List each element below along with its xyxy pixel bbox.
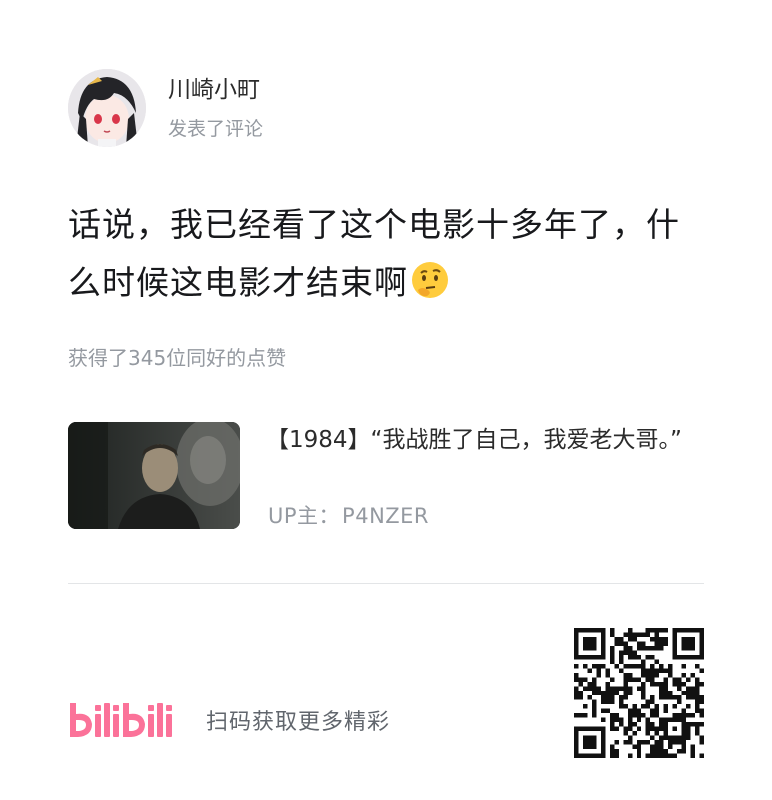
bilibili-logo-icon: [70, 703, 172, 737]
qr-code[interactable]: [574, 628, 704, 758]
video-title[interactable]: 【1984】“我战胜了自己，我爱老大哥。”: [266, 422, 686, 458]
uploader-label: UP主：: [268, 504, 341, 528]
scan-prompt-text: 扫码获取更多精彩: [206, 710, 391, 735]
avatar-anime-girl-image: [68, 69, 146, 147]
comment-text: 话说，我已经看了这个电影十多年了，什么时候这电影才结束啊: [68, 205, 680, 302]
footer-brand: 扫码获取更多精彩: [68, 700, 390, 740]
comment-header: 川崎小町 发表了评论: [68, 68, 263, 148]
video-thumbnail[interactable]: [68, 422, 240, 529]
username[interactable]: 川崎小町: [168, 75, 263, 105]
thinking-face-icon: [410, 260, 450, 318]
uploader-name[interactable]: P4NZER: [342, 504, 429, 528]
comment-action-label: 发表了评论: [168, 118, 264, 140]
user-meta: 川崎小町 发表了评论: [168, 75, 263, 141]
video-thumbnail-image: [68, 422, 240, 529]
divider: [68, 583, 704, 584]
likes-count: 获得了345位同好的点赞: [68, 346, 287, 370]
uploader-info: UP主：P4NZER: [266, 500, 429, 530]
avatar[interactable]: [68, 69, 146, 147]
comment-text-block: 话说，我已经看了这个电影十多年了，什么时候这电影才结束啊: [68, 196, 688, 318]
video-card[interactable]: 【1984】“我战胜了自己，我爱老大哥。” UP主：P4NZER: [68, 422, 708, 532]
